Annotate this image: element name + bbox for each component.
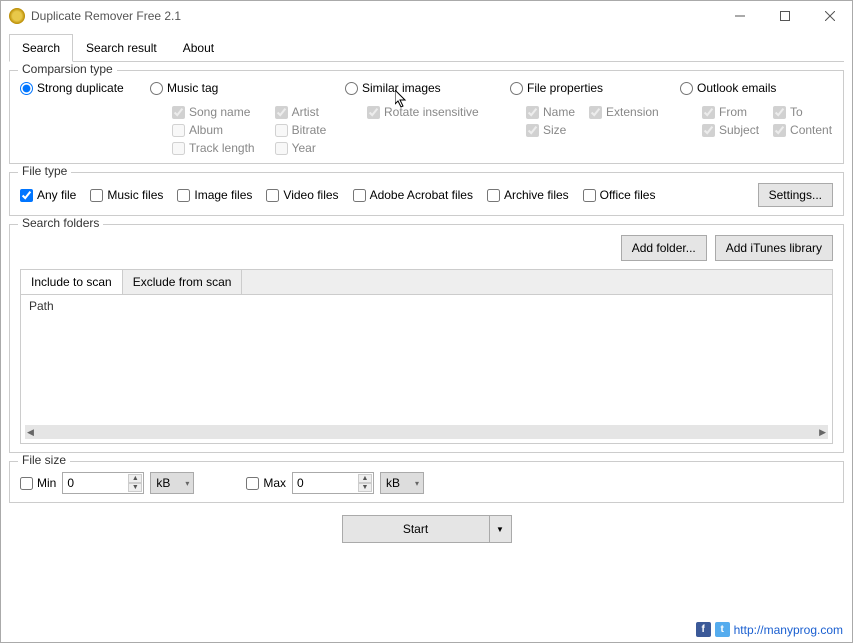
scroll-right-icon[interactable]: ▶ [819, 427, 826, 438]
close-button[interactable] [807, 2, 852, 30]
chk-content: Content [773, 123, 832, 137]
add-folder-button[interactable]: Add folder... [621, 235, 707, 261]
chk-year: Year [275, 141, 327, 155]
tab-search[interactable]: Search [9, 34, 73, 62]
path-column-header: Path [21, 295, 832, 317]
chk-album: Album [172, 123, 255, 137]
app-icon [9, 8, 25, 24]
filetype-label: File type [18, 164, 71, 178]
chk-max[interactable]: Max [246, 476, 286, 490]
max-unit-select[interactable]: kB [380, 472, 424, 494]
min-input[interactable]: 0▲▼ [62, 472, 144, 494]
chk-adobe-files[interactable]: Adobe Acrobat files [353, 188, 473, 202]
minimize-button[interactable] [717, 2, 762, 30]
tab-about[interactable]: About [170, 34, 227, 62]
chk-artist: Artist [275, 105, 327, 119]
radio-outlook-emails[interactable]: Outlook emails [680, 81, 833, 95]
chk-to: To [773, 105, 832, 119]
chk-song-name: Song name [172, 105, 255, 119]
scan-tabs: Include to scan Exclude from scan [20, 269, 833, 294]
add-itunes-button[interactable]: Add iTunes library [715, 235, 833, 261]
filetype-group: File type Any file Music files Image fil… [9, 172, 844, 216]
window-title: Duplicate Remover Free 2.1 [31, 9, 717, 23]
horizontal-scrollbar[interactable]: ◀ ▶ [25, 425, 828, 439]
chk-from: From [702, 105, 759, 119]
chk-extension: Extension [589, 105, 659, 119]
settings-button[interactable]: Settings... [758, 183, 833, 207]
chk-size: Size [526, 123, 575, 137]
chk-video-files[interactable]: Video files [266, 188, 338, 202]
start-dropdown-button[interactable]: ▼ [490, 515, 512, 543]
chk-archive-files[interactable]: Archive files [487, 188, 569, 202]
chk-track-length: Track length [172, 141, 255, 155]
max-input[interactable]: 0▲▼ [292, 472, 374, 494]
chk-name: Name [526, 105, 575, 119]
chk-bitrate: Bitrate [275, 123, 327, 137]
comparison-label: Comparsion type [18, 62, 117, 76]
chk-image-files[interactable]: Image files [177, 188, 252, 202]
tab-exclude-scan[interactable]: Exclude from scan [123, 270, 243, 294]
chk-subject: Subject [702, 123, 759, 137]
max-spinner[interactable]: ▲▼ [358, 474, 372, 492]
radio-file-properties[interactable]: File properties [510, 81, 680, 95]
radio-strong-duplicate[interactable]: Strong duplicate [20, 81, 150, 95]
radio-music-tag[interactable]: Music tag [150, 81, 345, 95]
comparison-group: Comparsion type Strong duplicate Music t… [9, 70, 844, 164]
chk-any-file[interactable]: Any file [20, 188, 76, 202]
chk-office-files[interactable]: Office files [583, 188, 656, 202]
scroll-left-icon[interactable]: ◀ [27, 427, 34, 438]
twitter-icon[interactable]: t [715, 622, 730, 637]
chk-music-files[interactable]: Music files [90, 188, 163, 202]
tab-search-result[interactable]: Search result [73, 34, 170, 62]
maximize-button[interactable] [762, 2, 807, 30]
filesize-label: File size [18, 453, 70, 467]
main-tabs: Search Search result About [9, 33, 844, 62]
footer: f t http://manyprog.com [696, 622, 843, 637]
start-button[interactable]: Start [342, 515, 490, 543]
min-unit-select[interactable]: kB [150, 472, 194, 494]
chk-min[interactable]: Min [20, 476, 56, 490]
folders-label: Search folders [18, 216, 103, 230]
website-link[interactable]: http://manyprog.com [734, 623, 843, 637]
chk-rotate-insensitive: Rotate insensitive [367, 105, 510, 119]
facebook-icon[interactable]: f [696, 622, 711, 637]
filesize-group: File size Min 0▲▼ kB Max 0▲▼ kB [9, 461, 844, 503]
path-list[interactable]: Path ◀ ▶ [20, 294, 833, 444]
tab-include-scan[interactable]: Include to scan [21, 270, 123, 294]
min-spinner[interactable]: ▲▼ [128, 474, 142, 492]
radio-similar-images[interactable]: Similar images [345, 81, 510, 95]
folders-group: Search folders Add folder... Add iTunes … [9, 224, 844, 453]
